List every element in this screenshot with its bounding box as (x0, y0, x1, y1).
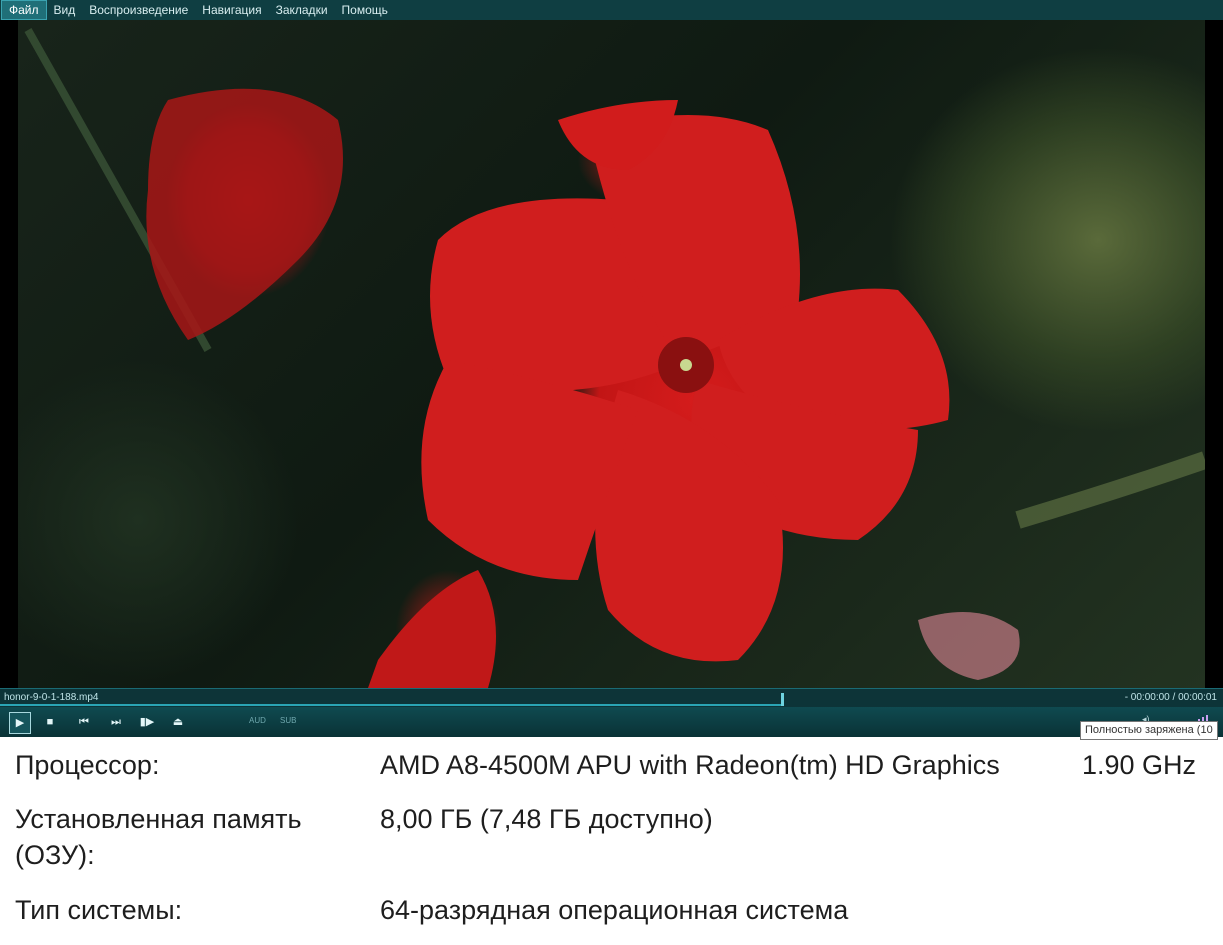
menu-playback[interactable]: Воспроизведение (82, 0, 195, 20)
file-name: honor-9-0-1-188.mp4 (4, 692, 99, 703)
skip-back-icon: ⏮ (79, 716, 89, 728)
seek-bar-row: honor-9-0-1-188.mp4 - 00:00:00 / 00:00:0… (0, 688, 1223, 707)
menu-file[interactable]: Файл (1, 0, 47, 20)
eject-button[interactable]: ⏏ (168, 712, 188, 732)
memory-label-line1: Установленная память (15, 804, 302, 834)
stop-button[interactable]: ■ (40, 712, 60, 732)
play-button[interactable]: ▶ (9, 712, 31, 734)
frame-step-icon: ▮▶ (139, 716, 155, 728)
memory-label-line2: (ОЗУ): (15, 840, 95, 870)
seek-bar[interactable] (0, 704, 783, 706)
menu-help[interactable]: Помощь (335, 0, 395, 20)
menu-navigation[interactable]: Навигация (195, 0, 268, 20)
control-bar: ▶ ■ ⏮ ⏭ ▮▶ ⏏ AUD SUB (0, 707, 1223, 737)
processor-speed: 1.90 GHz (1082, 750, 1197, 780)
system-type-label: Тип системы: (15, 895, 183, 925)
system-info-panel: Процессор: AMD A8-4500M APU with Radeon(… (0, 737, 1223, 945)
processor-label: Процессор: (15, 750, 160, 780)
skip-forward-icon: ⏭ (111, 716, 121, 728)
video-player-window: Файл Вид Воспроизведение Навигация Закла… (0, 0, 1223, 737)
memory-value: 8,00 ГБ (7,48 ГБ доступно) (380, 804, 713, 834)
menu-bar: Файл Вид Воспроизведение Навигация Закла… (0, 0, 1223, 20)
stop-icon: ■ (46, 716, 54, 728)
menu-view[interactable]: Вид (47, 0, 83, 20)
audio-track-label[interactable]: AUD (249, 716, 266, 725)
next-button[interactable]: ⏭ (106, 712, 126, 732)
previous-button[interactable]: ⏮ (74, 712, 94, 732)
video-area[interactable] (0, 20, 1223, 688)
seek-handle[interactable] (781, 693, 784, 706)
play-icon: ▶ (15, 717, 25, 729)
system-type-value: 64-разрядная операционная система (380, 895, 849, 925)
frame-step-button[interactable]: ▮▶ (137, 712, 157, 732)
time-display: - 00:00:00 / 00:00:01 (1124, 692, 1217, 703)
flower-illustration (24, 28, 1208, 688)
video-frame-red-petunia (18, 20, 1208, 688)
battery-tooltip: Полностью заряжена (10 (1080, 721, 1218, 740)
subtitle-track-label[interactable]: SUB (280, 716, 296, 725)
processor-value: AMD A8-4500M APU with Radeon(tm) HD Grap… (380, 750, 1000, 780)
menu-bookmarks[interactable]: Закладки (269, 0, 335, 20)
eject-icon: ⏏ (172, 716, 184, 728)
